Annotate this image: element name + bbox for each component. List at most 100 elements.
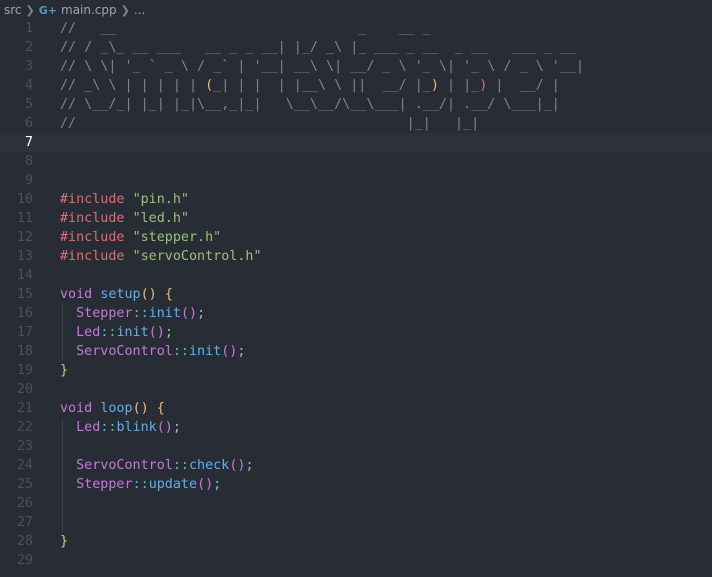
code-line[interactable]: 19} bbox=[0, 361, 712, 380]
line-number: 24 bbox=[16, 458, 33, 473]
code-line[interactable]: 5 // \__/_| |_| |_|\__,_|_| \__\__/\__\__… bbox=[0, 95, 712, 114]
code-token: check bbox=[189, 458, 230, 473]
code-line[interactable]: 2 // / _\_ __ ___ __ _ _ __| |_/ _\ |_ __… bbox=[0, 38, 712, 57]
breadcrumb-folder[interactable]: src bbox=[4, 3, 22, 17]
code-token: } bbox=[60, 534, 69, 549]
code-text: ServoControl::init(); bbox=[60, 342, 245, 361]
line-number: 23 bbox=[16, 439, 33, 454]
code-token: Stepper bbox=[76, 477, 133, 492]
code-token: () bbox=[148, 325, 165, 340]
code-token: // |_| |_| bbox=[60, 116, 480, 131]
code-line[interactable]: 23 bbox=[0, 437, 712, 456]
code-token: void bbox=[60, 401, 93, 416]
line-number: 11 bbox=[16, 211, 33, 226]
code-line[interactable]: 28} bbox=[0, 532, 712, 551]
code-token: :: bbox=[132, 306, 149, 321]
code-text: #include "servoControl.h" bbox=[60, 247, 262, 266]
code-line[interactable]: 13 #include "servoControl.h" bbox=[0, 247, 712, 266]
code-line[interactable]: 1 // __ _ __ _ bbox=[0, 19, 712, 38]
code-line[interactable]: 12 #include "stepper.h" bbox=[0, 228, 712, 247]
code-line[interactable]: 7 bbox=[0, 133, 712, 152]
code-token: ) bbox=[430, 78, 439, 93]
code-line[interactable]: 10 #include "pin.h" bbox=[0, 190, 712, 209]
line-number: 10 bbox=[16, 192, 33, 207]
code-line[interactable]: 21 void loop() { bbox=[0, 399, 712, 418]
code-text: ServoControl::check(); bbox=[60, 456, 253, 475]
code-token: // / _\_ __ ___ __ _ _ __| |_/ _\ |_ ___… bbox=[60, 40, 576, 55]
code-line[interactable]: 18 ServoControl::init(); bbox=[0, 342, 712, 361]
code-token: ; bbox=[172, 420, 181, 435]
line-number: 2 bbox=[24, 40, 33, 55]
code-line[interactable]: 25 Stepper::update(); bbox=[0, 475, 712, 494]
code-line[interactable]: 26 bbox=[0, 494, 712, 513]
code-token: :: bbox=[132, 477, 149, 492]
code-token: ; bbox=[164, 325, 173, 340]
chevron-right-icon: ❯ bbox=[25, 3, 35, 17]
line-number: 19 bbox=[16, 363, 33, 378]
code-token: Led bbox=[76, 420, 101, 435]
code-line[interactable]: 17 Led::init(); bbox=[0, 323, 712, 342]
code-text: // |_| |_| bbox=[60, 114, 479, 133]
code-line[interactable]: 29 bbox=[0, 551, 712, 570]
code-token: :: bbox=[100, 325, 117, 340]
indent-guide bbox=[62, 494, 63, 513]
code-text: // \__/_| |_| |_|\__,_|_| \__\__/\__\___… bbox=[60, 95, 560, 114]
code-token: #include bbox=[60, 230, 125, 245]
code-token: blink bbox=[116, 420, 157, 435]
code-line[interactable]: 16 Stepper::init(); bbox=[0, 304, 712, 323]
breadcrumb: src ❯ G+ main.cpp ❯ ... bbox=[0, 0, 712, 20]
code-token: { bbox=[156, 401, 165, 416]
code-line[interactable]: 14 bbox=[0, 266, 712, 285]
line-number: 3 bbox=[24, 59, 33, 74]
line-number: 6 bbox=[24, 116, 33, 131]
code-line[interactable]: 4 // _\ \ | | | | | (_| | | | |__\ \ || _… bbox=[0, 76, 712, 95]
code-token: init bbox=[116, 325, 149, 340]
code-token: | |_ bbox=[438, 78, 480, 93]
code-line[interactable]: 20 bbox=[0, 380, 712, 399]
code-text: // / _\_ __ ___ __ _ _ __| |_/ _\ |_ ___… bbox=[60, 38, 576, 57]
chevron-right-icon: ❯ bbox=[120, 3, 130, 17]
line-number: 17 bbox=[16, 325, 33, 340]
code-token: // \__/_| |_| |_|\__,_|_| \__\__/\__\___… bbox=[60, 97, 560, 112]
line-number: 16 bbox=[16, 306, 33, 321]
line-number: 29 bbox=[16, 553, 33, 568]
line-number: 13 bbox=[16, 249, 33, 264]
line-number: 18 bbox=[16, 344, 33, 359]
code-line[interactable]: 22 Led::blink(); bbox=[0, 418, 712, 437]
code-token: () bbox=[229, 458, 246, 473]
code-line[interactable]: 9 bbox=[0, 171, 712, 190]
code-token: #include bbox=[60, 192, 125, 207]
code-line[interactable]: 24 ServoControl::check(); bbox=[0, 456, 712, 475]
code-token: "servoControl.h" bbox=[132, 249, 262, 264]
code-token: () bbox=[180, 306, 198, 321]
code-line[interactable]: 3 // \ \| '_ ` _ \ / _` | '__| __\ \| __/… bbox=[0, 57, 712, 76]
code-line[interactable]: 11 #include "led.h" bbox=[0, 209, 712, 228]
code-token: #include bbox=[60, 249, 125, 264]
code-token: void bbox=[60, 287, 93, 302]
line-number: 8 bbox=[24, 154, 33, 169]
breadcrumb-symbols[interactable]: ... bbox=[134, 3, 145, 17]
line-number: 5 bbox=[24, 97, 33, 112]
code-text: } bbox=[60, 532, 68, 551]
code-line[interactable]: 8 bbox=[0, 152, 712, 171]
code-editor[interactable]: 1 // __ _ __ _ 2 // / _\_ __ ___ __ _ _ __|… bbox=[0, 19, 712, 577]
code-line[interactable]: 15 void setup() { bbox=[0, 285, 712, 304]
code-line[interactable]: 6 // |_| |_| bbox=[0, 114, 712, 133]
code-line[interactable]: 27 bbox=[0, 513, 712, 532]
line-number: 21 bbox=[16, 401, 33, 416]
code-token: // __ _ __ _ bbox=[60, 21, 431, 36]
line-number: 4 bbox=[24, 78, 33, 93]
code-token: | __/ | bbox=[487, 78, 560, 93]
code-token: :: bbox=[100, 420, 117, 435]
code-text: Led::init(); bbox=[60, 323, 173, 342]
breadcrumb-file[interactable]: main.cpp bbox=[61, 3, 117, 17]
indent-guide bbox=[62, 437, 63, 456]
code-token: "pin.h" bbox=[132, 192, 189, 207]
code-token: loop bbox=[100, 401, 133, 416]
